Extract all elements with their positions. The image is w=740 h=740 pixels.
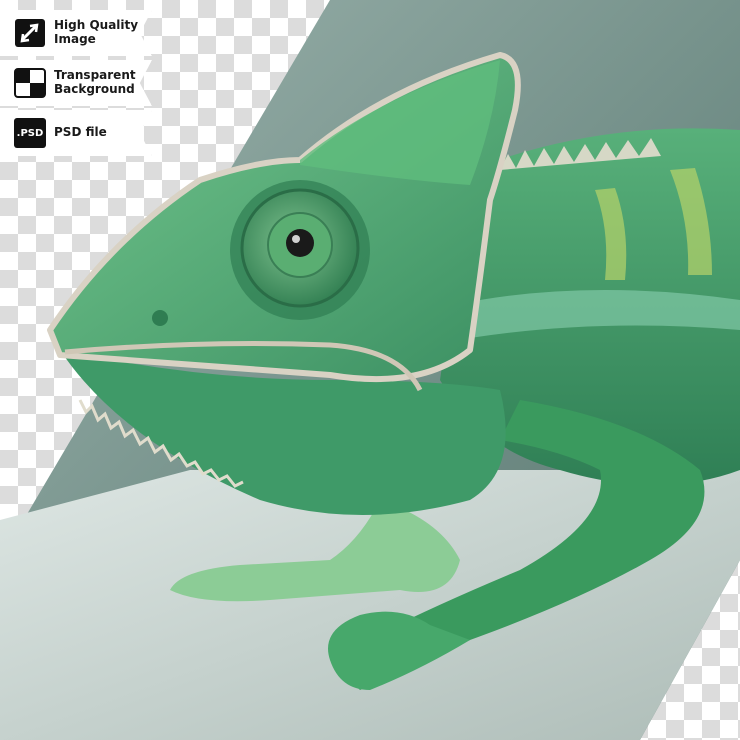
- psd-file-icon: .PSD: [14, 118, 46, 148]
- transparency-checker-icon: [14, 68, 46, 98]
- badge-psd: .PSD PSD file: [0, 110, 152, 156]
- canvas: High Quality Image Transparent Backgroun…: [0, 0, 740, 740]
- pupil: [286, 229, 314, 257]
- image-quality-icon: [14, 18, 46, 48]
- badge-transparent: Transparent Background: [0, 60, 152, 106]
- badge-label: High Quality Image: [54, 18, 139, 46]
- badge-label: Transparent Background: [54, 68, 136, 96]
- badge-high-quality: High Quality Image: [0, 10, 152, 56]
- badge-label: PSD file: [54, 125, 107, 139]
